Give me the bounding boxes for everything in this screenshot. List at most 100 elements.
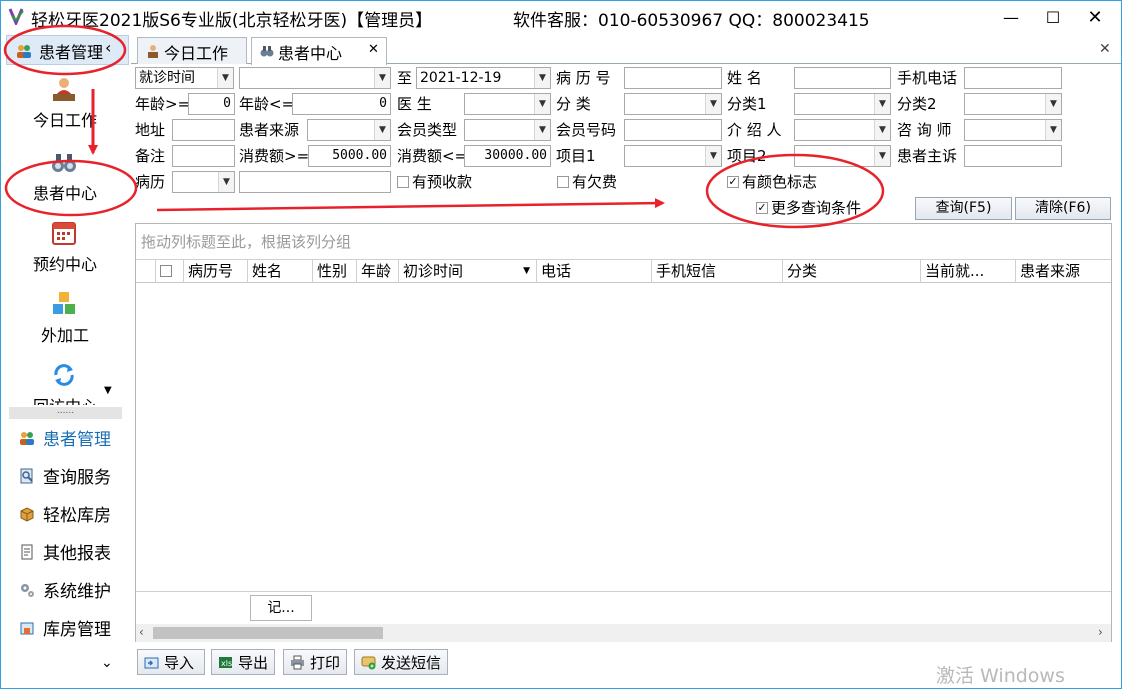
member-no-input[interactable] <box>624 119 722 141</box>
nav-group-query-service[interactable]: 查询服务 <box>19 462 129 490</box>
arrears-checkbox[interactable]: 有欠费 <box>557 171 617 193</box>
scroll-right-icon[interactable]: › <box>1098 625 1103 639</box>
complaint-input[interactable] <box>964 145 1062 167</box>
address-input[interactable] <box>172 119 235 141</box>
nav-item-outsourcing[interactable]: 外加工 <box>9 286 121 356</box>
nav-group-patient-management[interactable]: 患者管理 <box>19 424 129 452</box>
column-indicator[interactable] <box>136 260 156 283</box>
more-conditions-checkbox[interactable]: ✓ 更多查询条件 <box>756 197 861 219</box>
nav-group-system-maintenance[interactable]: 系统维护 <box>19 576 129 604</box>
nav-scroll-down-icon[interactable]: ▼ <box>104 385 112 396</box>
nav-group-label: 查询服务 <box>43 468 111 488</box>
dropdown-arrow-icon: ▼ <box>874 120 890 140</box>
minimize-button[interactable]: — <box>991 1 1031 33</box>
desk-person-icon <box>53 78 75 101</box>
mobile-label: 手机电话 <box>897 69 958 87</box>
spend-ge-input[interactable]: 5000.00 <box>308 145 391 167</box>
name-input[interactable] <box>794 67 891 89</box>
medical-record-input[interactable] <box>239 171 391 193</box>
nav-item-appointment-center[interactable]: 预约中心 <box>9 215 121 285</box>
people-icon <box>17 45 31 58</box>
nav-item-today-work[interactable]: 今日工作 <box>9 71 121 141</box>
date-from-select[interactable]: ▼ <box>239 67 391 89</box>
remark-label: 备注 <box>135 147 166 165</box>
consultant-label: 咨 询 师 <box>897 121 952 139</box>
prepaid-checkbox[interactable]: 有预收款 <box>397 171 472 193</box>
column-header-name[interactable]: 姓名 <box>248 260 313 283</box>
item2-select[interactable]: ▼ <box>794 145 891 167</box>
nav-item-patient-center[interactable]: 患者中心 <box>9 144 121 214</box>
column-header-record-no[interactable]: 病历号 <box>184 260 248 283</box>
nav-group-label: 轻松库房 <box>43 506 111 526</box>
nav-more-chevron-icon[interactable]: ⌄ <box>101 655 113 671</box>
medical-record-label: 病历 <box>135 173 166 191</box>
column-header-gender[interactable]: 性别 <box>313 260 357 283</box>
send-sms-button[interactable]: 发送短信 <box>354 649 448 675</box>
scroll-left-icon[interactable]: ‹ <box>139 625 144 639</box>
close-panel-icon[interactable]: ✕ <box>1099 41 1111 57</box>
complaint-label: 患者主诉 <box>897 147 958 165</box>
activation-watermark: 激活 Windows <box>936 665 1065 687</box>
category2-select[interactable]: ▼ <box>964 93 1062 115</box>
column-header-current-visit[interactable]: 当前就... <box>921 260 1016 283</box>
query-button[interactable]: 查询(F5) <box>915 197 1012 220</box>
column-header-sms[interactable]: 手机短信 <box>652 260 783 283</box>
nav-group-label: 库房管理 <box>43 620 111 640</box>
checkbox-box <box>557 175 569 188</box>
tab-today-work[interactable]: 今日工作 <box>137 37 247 64</box>
column-header-category[interactable]: 分类 <box>783 260 921 283</box>
age-le-input[interactable]: 0 <box>292 93 391 115</box>
date-to-select[interactable]: 2021-12-19 ▼ <box>416 67 551 89</box>
import-button[interactable]: 导入 <box>137 649 205 675</box>
column-header-first-visit[interactable]: 初诊时间 ▼ <box>399 260 537 283</box>
dropdown-arrow-icon: ▼ <box>1045 120 1061 140</box>
category-select[interactable]: ▼ <box>624 93 722 115</box>
consultant-select[interactable]: ▼ <box>964 119 1062 141</box>
color-mark-checkbox[interactable]: ✓ 有颜色标志 <box>727 171 817 193</box>
window-title: 轻松牙医2021版S6专业版(北京轻松牙医)【管理员】 <box>31 11 433 31</box>
maximize-button[interactable]: ☐ <box>1033 1 1073 33</box>
dropdown-arrow-icon: ▼ <box>218 172 234 192</box>
nav-group-other-reports[interactable]: 其他报表 <box>19 538 129 566</box>
patient-source-select[interactable]: ▼ <box>307 119 391 141</box>
column-header-patient-source[interactable]: 患者来源 <box>1016 260 1111 283</box>
close-tab-icon[interactable]: ✕ <box>368 42 379 57</box>
visit-time-select[interactable]: 就诊时间 ▼ <box>135 67 234 89</box>
title-bar: 轻松牙医2021版S6专业版(北京轻松牙医)【管理员】 软件客服：010-605… <box>1 1 1121 34</box>
item1-select[interactable]: ▼ <box>624 145 722 167</box>
doctor-select[interactable]: ▼ <box>464 93 551 115</box>
age-ge-input[interactable]: 0 <box>188 93 235 115</box>
nav-collapse-button[interactable]: ‹ <box>105 38 111 57</box>
column-header-age[interactable]: 年龄 <box>357 260 399 283</box>
close-window-button[interactable]: ✕ <box>1075 1 1115 33</box>
nav-item-label: 患者中心 <box>32 184 97 203</box>
member-type-select[interactable]: ▼ <box>464 119 551 141</box>
nav-item-followup-center[interactable]: 回访中心 <box>9 357 121 405</box>
remark-input[interactable] <box>172 145 235 167</box>
item2-label: 项目2 <box>727 147 767 165</box>
export-button[interactable]: xls 导出 <box>211 649 275 675</box>
category1-select[interactable]: ▼ <box>794 93 891 115</box>
column-select-all[interactable] <box>156 260 184 283</box>
column-header-phone[interactable]: 电话 <box>537 260 652 283</box>
medical-record-select[interactable]: ▼ <box>172 171 235 193</box>
search-doc-icon <box>20 468 33 484</box>
address-label: 地址 <box>135 121 166 139</box>
scrollbar-thumb[interactable] <box>153 627 383 639</box>
nav-header-title: 患者管理 <box>39 43 103 62</box>
nav-item-label: 今日工作 <box>32 111 97 130</box>
dropdown-arrow-icon: ▼ <box>217 68 233 88</box>
mobile-input[interactable] <box>964 67 1062 89</box>
checkbox-box <box>397 175 409 188</box>
record-no-input[interactable] <box>624 67 722 89</box>
print-button[interactable]: 打印 <box>283 649 347 675</box>
spend-le-input[interactable]: 30000.00 <box>464 145 551 167</box>
nav-group-easy-warehouse[interactable]: 轻松库房 <box>19 500 129 528</box>
tab-patient-center[interactable]: 患者中心 ✕ <box>251 37 387 65</box>
nav-splitter[interactable]: ...... <box>9 407 122 419</box>
box-icon <box>20 507 34 522</box>
patient-source-label: 患者来源 <box>239 121 300 139</box>
clear-button[interactable]: 清除(F6) <box>1015 197 1111 220</box>
referrer-select[interactable]: ▼ <box>794 119 891 141</box>
nav-group-warehouse-management[interactable]: 库房管理 <box>19 614 129 642</box>
